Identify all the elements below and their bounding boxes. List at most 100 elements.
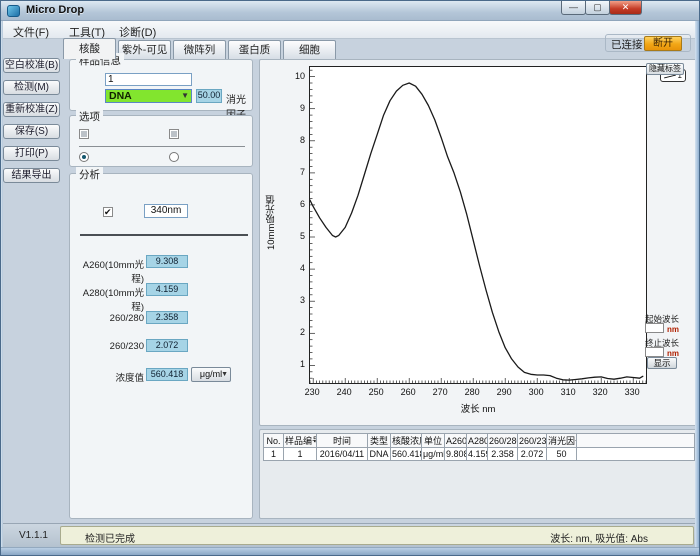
ratio-260-230-value: 2.072 — [146, 339, 188, 352]
x-tick-label: 260 — [396, 387, 420, 397]
tab-uv-vis[interactable]: 紫外-可见 — [118, 40, 171, 59]
x-tick-label: 270 — [428, 387, 452, 397]
status-strip: 检测已完成 波长: nm, 吸光值: Abs — [60, 526, 694, 545]
measure-button[interactable]: 检测(M) — [3, 80, 60, 95]
spectrum-plot-area — [309, 66, 647, 384]
unit-value: μg/ml — [200, 369, 222, 379]
start-wavelength-input[interactable] — [645, 323, 664, 333]
cell-type: DNA — [368, 448, 391, 461]
wavelength-checkbox[interactable] — [103, 207, 113, 217]
window-title: Micro Drop — [26, 4, 84, 16]
x-tick-label: 320 — [588, 387, 612, 397]
col-a280: A280 — [467, 434, 488, 448]
window-edge-left — [1, 21, 3, 556]
status-units: 波长: nm, 吸光值: Abs — [550, 530, 648, 545]
x-tick-label: 250 — [364, 387, 388, 397]
results-table: No. 样品编号 时间 类型 核酸浓度 单位 A260 A280 260/280… — [263, 433, 695, 461]
x-axis-title: 波长 nm — [309, 401, 647, 415]
blank-calibration-button[interactable]: 空白校准(B) — [3, 58, 60, 73]
a280-label: A280(10mm光程) — [72, 285, 144, 313]
cell-no: 1 — [264, 448, 284, 461]
col-extinction: 消光因子 — [547, 434, 577, 448]
option-radio-1[interactable] — [79, 152, 89, 162]
x-tick-label: 310 — [556, 387, 580, 397]
disconnect-button[interactable]: 断开 — [644, 36, 682, 51]
y-tick-label: 5 — [287, 231, 305, 241]
cell-time: 2016/04/11 — [317, 448, 368, 461]
wavelength-input[interactable]: 340nm — [144, 204, 188, 218]
maximize-icon[interactable]: ▢ — [585, 1, 610, 15]
option-radio-2[interactable] — [169, 152, 179, 162]
status-bar: V1.1.1 检测已完成 波长: nm, 吸光值: Abs — [1, 523, 699, 547]
options-title: 选项 — [76, 109, 103, 124]
col-time: 时间 — [317, 434, 368, 448]
col-no: No. — [264, 434, 284, 448]
menu-bar: 文件(F) 工具(T) 诊断(D) — [1, 21, 699, 39]
ratio-260-230-label: 260/230 — [72, 341, 144, 352]
minimize-icon[interactable]: — — [561, 1, 586, 15]
col-unit: 单位 — [422, 434, 445, 448]
col-260-280: 260/280 — [488, 434, 518, 448]
y-tick-label: 3 — [287, 295, 305, 305]
tab-microarray[interactable]: 微阵列 — [173, 40, 226, 59]
sample-type-select[interactable]: DNA ▼ — [105, 89, 192, 103]
x-tick-label: 230 — [300, 387, 324, 397]
extinction-factor-field[interactable]: 50.00 — [196, 89, 222, 103]
tab-protein[interactable]: 蛋白质 — [228, 40, 281, 59]
option-checkbox-1[interactable] — [79, 129, 89, 139]
cell-a280: 4.159 — [467, 448, 488, 461]
x-tick-label: 290 — [492, 387, 516, 397]
tab-nucleic-acid[interactable]: 核酸 — [63, 38, 116, 59]
x-tick-label: 300 — [524, 387, 548, 397]
analysis-title: 分析 — [76, 167, 103, 182]
concentration-label: 浓度值 — [72, 370, 144, 384]
ratio-260-280-label: 260/280 — [72, 313, 144, 324]
concentration-value: 560.418 — [146, 368, 188, 381]
start-nm-unit: nm — [667, 325, 679, 334]
unit-select[interactable]: μg/ml ▼ — [191, 367, 231, 382]
chevron-down-icon: ▼ — [221, 369, 228, 381]
ratio-260-280-value: 2.358 — [146, 311, 188, 324]
show-button[interactable]: 显示 — [647, 357, 677, 369]
options-divider — [79, 146, 245, 147]
y-tick-label: 1 — [287, 359, 305, 369]
cell-260-280: 2.358 — [488, 448, 518, 461]
col-260-230: 260/230 — [518, 434, 547, 448]
recalibrate-button[interactable]: 重新校准(Z) — [3, 102, 60, 117]
table-row[interactable]: 1 1 2016/04/11 DNA 560.418 μg/ml 9.808 4… — [264, 448, 695, 461]
print-button[interactable]: 打印(P) — [3, 146, 60, 161]
sample-info-group: 样品信息 1 DNA ▼ 50.00 消光因子 — [69, 59, 253, 111]
analysis-divider — [80, 234, 248, 236]
cell-unit: μg/ml — [422, 448, 445, 461]
cell-extinction: 50 — [547, 448, 577, 461]
menu-diagnostics[interactable]: 诊断(D) — [115, 23, 160, 41]
y-tick-label: 7 — [287, 167, 305, 177]
col-a260: A260 — [445, 434, 467, 448]
tab-cell[interactable]: 细胞 — [283, 40, 336, 59]
cell-a260: 9.808 — [445, 448, 467, 461]
col-type: 类型 — [368, 434, 391, 448]
window-edge-right — [695, 21, 699, 556]
close-icon[interactable]: ✕ — [609, 1, 642, 15]
options-group: 选项 — [69, 115, 253, 167]
a260-label: A260(10mm光程) — [72, 257, 144, 285]
cell-sample-id: 1 — [284, 448, 317, 461]
y-axis-title: 10mm吸光值 — [265, 160, 279, 250]
col-sample-id: 样品编号 — [284, 434, 317, 448]
col-filler — [577, 434, 695, 448]
end-wavelength-input[interactable] — [645, 347, 664, 357]
title-bar: Micro Drop — ▢ ✕ — [1, 1, 699, 21]
x-tick-label: 330 — [620, 387, 644, 397]
table-header-row: No. 样品编号 时间 类型 核酸浓度 单位 A260 A280 260/280… — [264, 434, 695, 448]
menu-file[interactable]: 文件(F) — [9, 23, 53, 41]
sample-type-value: DNA — [109, 90, 132, 102]
save-button[interactable]: 保存(S) — [3, 124, 60, 139]
caption-buttons: — ▢ ✕ — [562, 1, 642, 15]
col-concentration: 核酸浓度 — [391, 434, 422, 448]
export-results-button[interactable]: 结果导出 — [3, 168, 60, 183]
y-tick-label: 8 — [287, 135, 305, 145]
y-tick-label: 10 — [287, 71, 305, 81]
hide-labels-button[interactable]: 隐藏标签 — [646, 63, 684, 75]
option-checkbox-2[interactable] — [169, 129, 179, 139]
sample-id-input[interactable]: 1 — [105, 73, 192, 86]
